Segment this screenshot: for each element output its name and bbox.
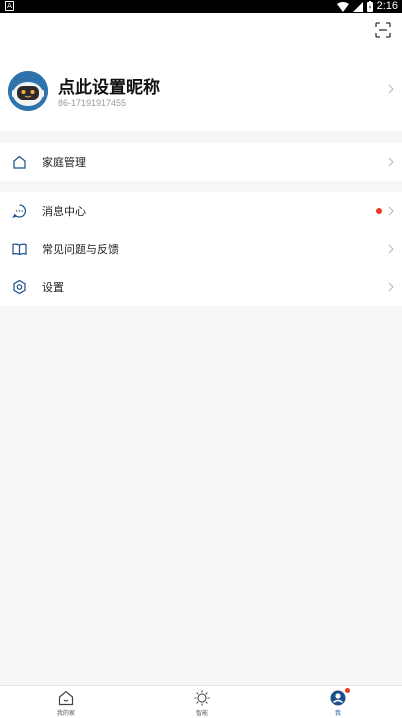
- clock: 2:16: [376, 0, 398, 12]
- chevron-right-icon: [388, 282, 394, 292]
- profile-header: 点此设置昵称 86-17191917455: [0, 13, 402, 131]
- menu-item-label: 家庭管理: [42, 156, 86, 169]
- menu-item-message-center[interactable]: 消息中心: [0, 192, 402, 230]
- nickname[interactable]: 点此设置昵称: [58, 73, 160, 98]
- settings-section: 消息中心 常见问题与反馈 设置: [0, 192, 402, 306]
- wifi-icon: [336, 1, 349, 12]
- menu-item-settings[interactable]: 设置: [0, 268, 402, 306]
- menu-item-family-management[interactable]: 家庭管理: [0, 143, 402, 181]
- family-section: 家庭管理: [0, 143, 402, 181]
- chevron-right-icon[interactable]: [388, 84, 394, 94]
- status-icons: 2:16: [336, 0, 398, 13]
- robot-avatar-icon: [8, 71, 48, 111]
- bottom-nav: 我的家 智能 我: [0, 685, 402, 718]
- user-icon: [330, 690, 346, 706]
- scan-icon: [375, 22, 391, 38]
- sun-icon: [194, 690, 210, 706]
- home-icon: [13, 155, 26, 169]
- signal-icon: [352, 1, 363, 12]
- menu-item-label: 消息中心: [42, 205, 86, 218]
- tab-me[interactable]: 我: [308, 686, 368, 718]
- menu-item-faq-feedback[interactable]: 常见问题与反馈: [0, 230, 402, 268]
- chevron-right-icon: [388, 244, 394, 254]
- book-icon: [12, 243, 27, 256]
- status-bar: A 2:16: [0, 0, 402, 13]
- avatar[interactable]: [8, 71, 48, 111]
- notification-icon: A: [5, 1, 14, 11]
- chevron-right-icon: [388, 206, 394, 216]
- tab-label: 我: [334, 710, 341, 717]
- phone-number: 86-17191917455: [58, 98, 127, 108]
- battery-icon: [366, 1, 373, 12]
- notification-badge: [345, 688, 350, 693]
- scan-button[interactable]: [374, 21, 392, 39]
- unread-dot: [376, 208, 382, 214]
- tab-smart[interactable]: 智能: [172, 686, 232, 718]
- message-icon: [12, 204, 27, 219]
- chevron-right-icon: [388, 157, 394, 167]
- tab-my-home[interactable]: 我的家: [36, 686, 96, 718]
- settings-icon: [13, 279, 26, 295]
- tab-label: 我的家: [56, 710, 75, 717]
- menu-item-label: 常见问题与反馈: [42, 243, 119, 256]
- menu-item-label: 设置: [42, 281, 64, 294]
- tab-label: 智能: [195, 710, 208, 717]
- home-icon: [58, 690, 74, 706]
